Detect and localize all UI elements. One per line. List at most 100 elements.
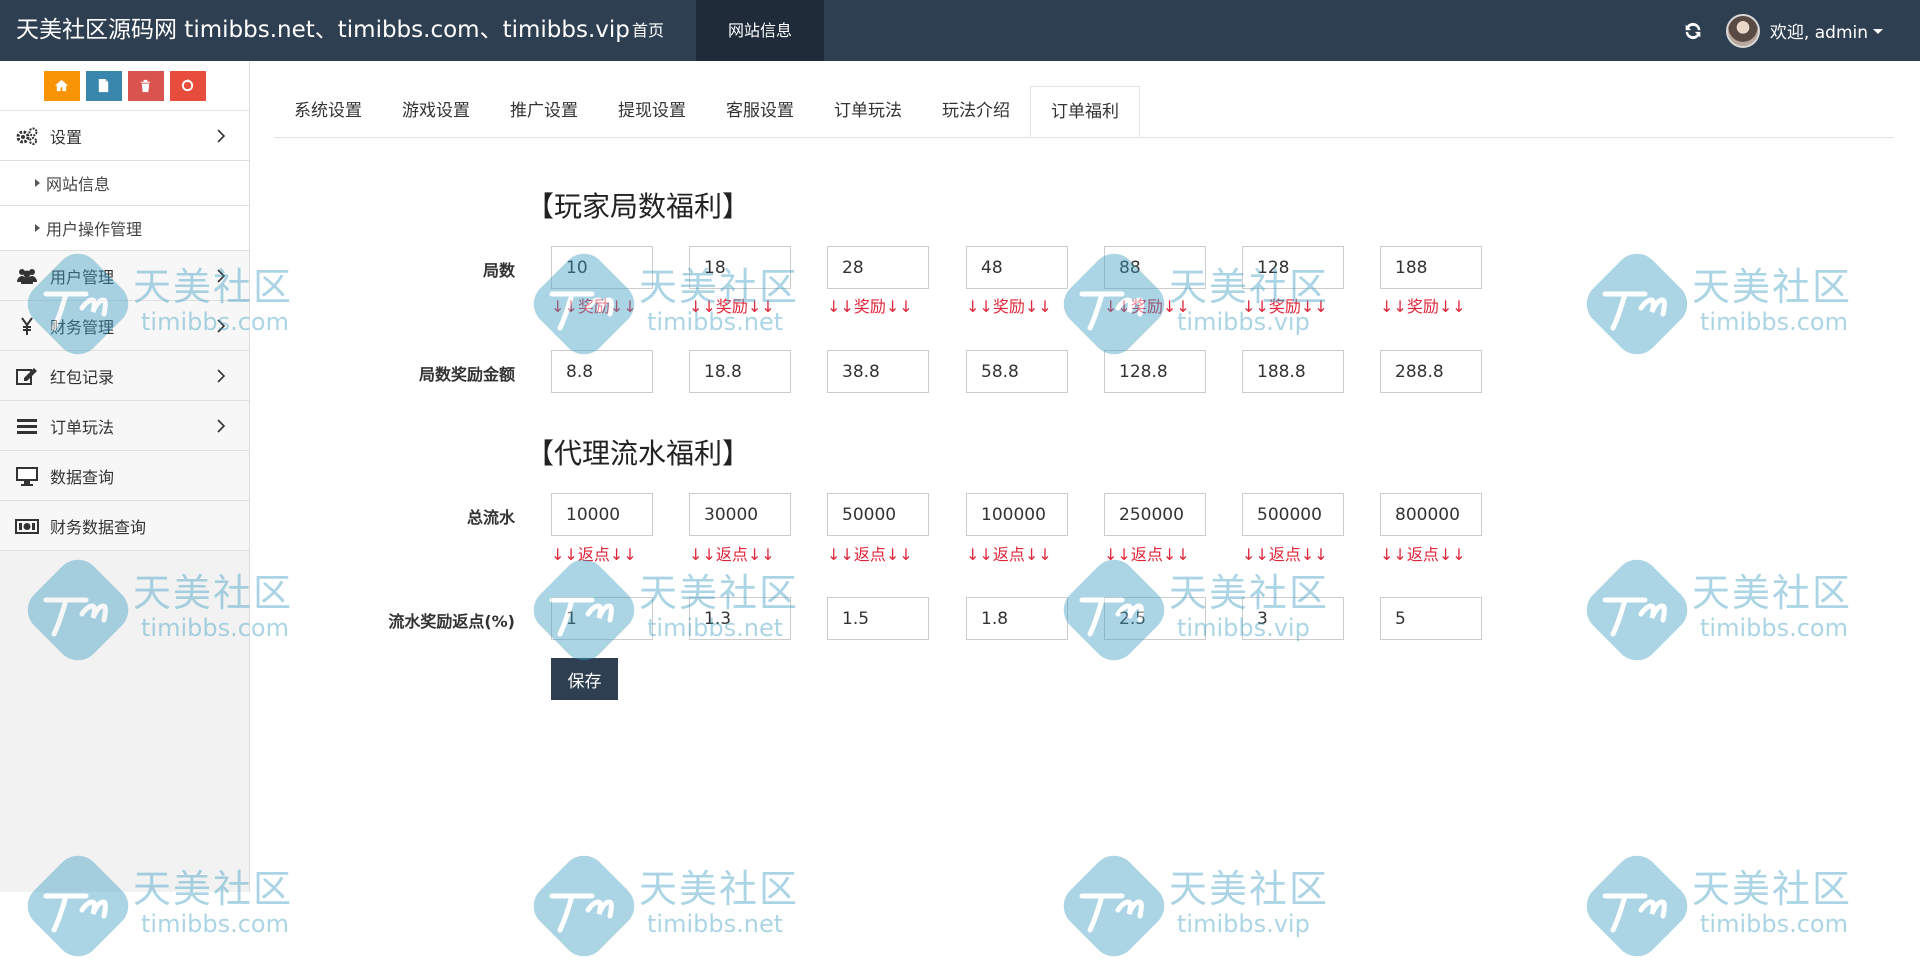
settings-tabs: 系统设置 游戏设置 推广设置 提现设置 客服设置 订单玩法 玩法介绍 订单福利 [274, 86, 1894, 138]
reward-amount-input[interactable] [1242, 350, 1344, 393]
down-arrow-hint: ↓↓奖励↓↓ [1380, 297, 1466, 316]
flow-rebate-label: 流水奖励返点(%) [388, 612, 515, 631]
sidebar-item-label: 用户管理 [50, 267, 115, 287]
rebate-percent-input[interactable] [1380, 597, 1482, 640]
reward-amount-input[interactable] [1380, 350, 1482, 393]
total-flow-input[interactable] [1380, 493, 1482, 536]
rebate-percent-input[interactable] [689, 597, 791, 640]
watermark-domain: timibbs.vip [1177, 910, 1310, 938]
sidebar-item-settings[interactable]: 设置 [0, 111, 249, 161]
trash-shortcut-button[interactable] [127, 70, 164, 101]
reward-amount-input[interactable] [551, 350, 653, 393]
watermark-domain: timibbs.com [141, 910, 289, 938]
sidebar-subitem-site-info[interactable]: 网站信息 [0, 161, 249, 206]
tab-order-play[interactable]: 订单玩法 [814, 86, 922, 136]
total-flow-label: 总流水 [466, 508, 515, 527]
users-icon [14, 265, 40, 287]
save-button[interactable]: 保存 [551, 658, 618, 700]
rebate-percent-input[interactable] [1242, 597, 1344, 640]
sidebar-item-label: 财务数据查询 [50, 517, 147, 537]
rounds-input[interactable] [1380, 246, 1482, 289]
down-arrow-hint: ↓↓返点↓↓ [1380, 545, 1466, 564]
document-icon [98, 78, 109, 93]
tab-withdraw-settings[interactable]: 提现设置 [598, 86, 706, 136]
sidebar-subitem-user-operation[interactable]: 用户操作管理 [0, 206, 249, 251]
list-icon [14, 415, 40, 437]
home-shortcut-button[interactable] [43, 70, 80, 101]
rebate-percent-input[interactable] [551, 597, 653, 640]
user-area: 欢迎, admin [1682, 0, 1884, 61]
trash-icon [140, 79, 151, 93]
chevron-right-icon [217, 128, 226, 143]
caret-right-icon [35, 179, 40, 187]
total-flow-input[interactable] [966, 493, 1068, 536]
sidebar-item-redpacket-records[interactable]: 红包记录 [0, 351, 249, 401]
sidebar-item-label: 设置 [50, 127, 83, 147]
rounds-input[interactable] [689, 246, 791, 289]
total-flow-input[interactable] [1242, 493, 1344, 536]
agent-section-title: 【代理流水福利】 [526, 437, 751, 470]
sidebar-item-label: 红包记录 [50, 367, 115, 387]
tab-order-welfare[interactable]: 订单福利 [1030, 86, 1140, 137]
nav-home[interactable]: 首页 [600, 0, 696, 61]
sidebar-item-order-play[interactable]: 订单玩法 [0, 401, 249, 451]
top-bar: 天美社区源码网 timibbs.net、timibbs.com、timibbs.… [0, 0, 1920, 61]
tab-play-intro[interactable]: 玩法介绍 [922, 86, 1030, 136]
document-shortcut-button[interactable] [85, 70, 122, 101]
sidebar-item-label: 订单玩法 [50, 417, 115, 437]
chevron-right-icon [217, 368, 226, 383]
watermark-domain: timibbs.com [1700, 910, 1848, 938]
site-brand[interactable]: 天美社区源码网 timibbs.net、timibbs.com、timibbs.… [16, 0, 630, 61]
tab-game-settings[interactable]: 游戏设置 [382, 86, 490, 136]
refresh-icon[interactable] [1682, 20, 1704, 42]
rounds-input[interactable] [1104, 246, 1206, 289]
nav-site-info[interactable]: 网站信息 [696, 0, 825, 61]
sidebar-item-finance-data-query[interactable]: 财务数据查询 [0, 501, 249, 551]
rounds-input[interactable] [1242, 246, 1344, 289]
sidebar-item-label: 财务管理 [50, 317, 115, 337]
reward-amount-input[interactable] [689, 350, 791, 393]
total-flow-input[interactable] [551, 493, 653, 536]
tab-promotion-settings[interactable]: 推广设置 [490, 86, 598, 136]
watermark-domain: timibbs.net [647, 910, 784, 938]
down-arrow-hint: ↓↓返点↓↓ [966, 545, 1052, 564]
down-arrow-hint: ↓↓奖励↓↓ [1242, 297, 1328, 316]
top-nav: 首页 网站信息 [600, 0, 825, 61]
rebate-percent-input[interactable] [1104, 597, 1206, 640]
avatar[interactable] [1725, 13, 1760, 48]
reward-amount-input[interactable] [1104, 350, 1206, 393]
recycle-icon [181, 78, 194, 92]
down-arrow-hint: ↓↓奖励↓↓ [966, 297, 1052, 316]
sidebar-item-data-query[interactable]: 数据查询 [0, 451, 249, 501]
sidebar-subitem-label: 用户操作管理 [46, 220, 143, 239]
down-arrow-hint: ↓↓返点↓↓ [827, 545, 913, 564]
rounds-input[interactable] [551, 246, 653, 289]
sidebar-subitem-label: 网站信息 [46, 175, 111, 194]
gears-icon [14, 125, 40, 147]
chevron-right-icon [217, 318, 226, 333]
welcome-user[interactable]: 欢迎, admin [1770, 18, 1868, 43]
yen-icon [14, 315, 40, 337]
main-content: 系统设置 游戏设置 推广设置 提现设置 客服设置 订单玩法 玩法介绍 订单福利 … [250, 61, 1920, 892]
chevron-right-icon [217, 418, 226, 433]
rebate-percent-input[interactable] [827, 597, 929, 640]
down-arrow-hint: ↓↓奖励↓↓ [689, 297, 775, 316]
money-icon [14, 515, 40, 537]
tab-system-settings[interactable]: 系统设置 [274, 86, 382, 136]
rounds-input[interactable] [827, 246, 929, 289]
tab-service-settings[interactable]: 客服设置 [706, 86, 814, 136]
sidebar-item-user-management[interactable]: 用户管理 [0, 251, 249, 301]
caret-down-icon[interactable] [1872, 25, 1884, 37]
monitor-icon [14, 465, 40, 487]
reward-amount-input[interactable] [827, 350, 929, 393]
total-flow-input[interactable] [689, 493, 791, 536]
down-arrow-hint: ↓↓返点↓↓ [689, 545, 775, 564]
reward-amount-input[interactable] [966, 350, 1068, 393]
rounds-input[interactable] [966, 246, 1068, 289]
total-flow-input[interactable] [827, 493, 929, 536]
sidebar-item-finance-management[interactable]: 财务管理 [0, 301, 249, 351]
rebate-percent-input[interactable] [966, 597, 1068, 640]
down-arrow-hint: ↓↓奖励↓↓ [827, 297, 913, 316]
recycle-shortcut-button[interactable] [169, 70, 206, 101]
total-flow-input[interactable] [1104, 493, 1206, 536]
